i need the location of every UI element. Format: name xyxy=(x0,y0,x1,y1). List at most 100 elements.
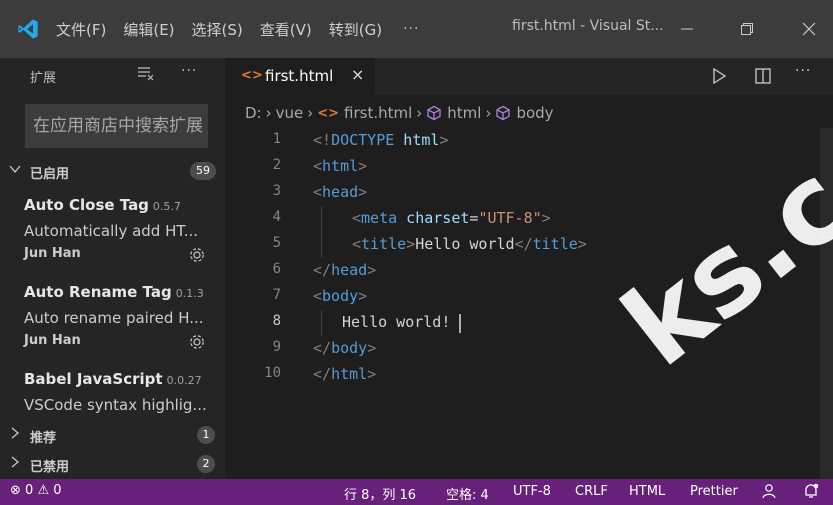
extension-name: Auto Close Tag 0.5.7 xyxy=(24,196,181,214)
clear-extensions-icon[interactable] xyxy=(137,65,155,85)
extension-item[interactable]: Babel JavaScript 0.0.27 VSCode syntax hig… xyxy=(0,370,225,420)
problems-indicator[interactable]: ⊗ 0 ⚠ 0 xyxy=(10,483,62,498)
line-number: 5 xyxy=(272,235,281,251)
extension-description: Automatically add HT... xyxy=(24,222,199,240)
editor-more-button[interactable]: ··· xyxy=(795,63,811,79)
minimize-button[interactable] xyxy=(664,0,710,58)
extensions-search-input[interactable]: 在应用商店中搜索扩展 xyxy=(25,104,208,148)
notifications-bell-icon[interactable] xyxy=(802,482,820,504)
extension-publisher: Jun Han xyxy=(24,246,81,261)
extension-item[interactable]: Auto Rename Tag 0.1.3 Auto rename paired … xyxy=(0,283,225,367)
chevron-right-icon xyxy=(8,455,22,473)
tab-first-html[interactable]: <> first.html × xyxy=(225,58,375,95)
section-disabled[interactable]: 已禁用 2 xyxy=(0,453,225,475)
line-number: 4 xyxy=(272,209,281,225)
line-number: 7 xyxy=(272,287,281,303)
extension-name: Auto Rename Tag 0.1.3 xyxy=(24,283,204,301)
section-enabled-label: 已启用 xyxy=(30,167,70,182)
tab-close-button[interactable]: × xyxy=(351,65,364,84)
editor-tab-bar: <> first.html × ··· xyxy=(225,58,833,95)
chevron-down-icon xyxy=(8,162,22,180)
close-icon xyxy=(802,22,816,36)
line-number: 9 xyxy=(272,339,281,355)
code-line: 8 Hello world! xyxy=(225,310,833,336)
extension-description: VSCode syntax highlig... xyxy=(24,396,207,414)
text-cursor xyxy=(459,314,461,333)
code-editor[interactable]: 1 <!DOCTYPE html> 2 <html> 3 <head> 4 <m… xyxy=(225,128,833,479)
code-line: 2 <html> xyxy=(225,154,833,180)
minimize-icon xyxy=(681,28,693,30)
code-line: 10 </html> xyxy=(225,362,833,388)
eol-setting[interactable]: CRLF xyxy=(575,484,608,499)
menu-view[interactable]: 查看(V) xyxy=(260,19,312,40)
run-icon[interactable] xyxy=(709,66,729,90)
prettier-status[interactable]: Prettier xyxy=(690,484,738,499)
code-line: 6 </head> xyxy=(225,258,833,284)
indentation-setting[interactable]: 空格: 4 xyxy=(446,484,489,503)
extension-version: 0.5.7 xyxy=(152,200,181,213)
editor-scrollbar[interactable] xyxy=(820,128,833,479)
extension-description: Auto rename paired H... xyxy=(24,309,204,327)
sidebar-more-button[interactable]: ··· xyxy=(181,63,197,79)
recommended-count-badge: 1 xyxy=(197,426,215,444)
code-line: 4 <meta charset="UTF-8"> xyxy=(225,206,833,232)
menu-edit[interactable]: 编辑(E) xyxy=(123,19,174,40)
line-number: 8 xyxy=(272,313,281,329)
restore-button[interactable] xyxy=(724,0,770,58)
code-line: 1 <!DOCTYPE html> xyxy=(225,128,833,154)
line-number: 2 xyxy=(272,157,281,173)
code-line: 5 <title>Hello world</title> xyxy=(225,232,833,258)
title-bar: 文件(F) 编辑(E) 选择(S) 查看(V) 转到(G) ··· first.… xyxy=(0,0,833,58)
html-file-icon: <> xyxy=(241,68,263,83)
warning-count: 0 xyxy=(53,483,62,498)
scrollbar-marker xyxy=(820,236,833,239)
breadcrumb-folder[interactable]: vue xyxy=(276,104,304,122)
feedback-icon[interactable] xyxy=(760,482,778,504)
menu-more[interactable]: ··· xyxy=(403,21,419,37)
breadcrumb-file[interactable]: first.html xyxy=(344,104,412,122)
enabled-count-badge: 59 xyxy=(190,162,216,180)
cursor-position[interactable]: 行 8，列 16 xyxy=(344,484,416,503)
chevron-right-icon: › xyxy=(265,104,272,122)
html-file-icon: <> xyxy=(317,105,340,121)
error-icon: ⊗ xyxy=(10,483,21,498)
extension-publisher: Jun Han xyxy=(24,333,81,348)
breadcrumb-drive[interactable]: D: xyxy=(245,104,262,122)
chevron-right-icon xyxy=(8,426,22,444)
error-count: 0 xyxy=(25,483,34,498)
close-window-button[interactable] xyxy=(786,0,832,58)
menu-file[interactable]: 文件(F) xyxy=(56,19,106,40)
split-editor-icon[interactable] xyxy=(753,66,773,90)
window-title: first.html - Visual St... xyxy=(512,18,664,34)
line-number: 6 xyxy=(272,261,281,277)
element-cube-icon xyxy=(495,105,511,121)
gear-icon[interactable] xyxy=(188,246,206,268)
line-number: 10 xyxy=(264,365,281,381)
menu-selection[interactable]: 选择(S) xyxy=(192,19,243,40)
section-disabled-label: 已禁用 xyxy=(30,460,70,475)
extensions-sidebar: 扩展 ··· 在应用商店中搜索扩展 已启用 59 Auto Close Tag 0… xyxy=(0,58,225,479)
encoding-setting[interactable]: UTF-8 xyxy=(513,484,551,499)
breadcrumb-html[interactable]: html xyxy=(447,104,481,122)
menu-go[interactable]: 转到(G) xyxy=(329,19,382,40)
code-line: 9 </body> xyxy=(225,336,833,362)
sidebar-header: 扩展 ··· xyxy=(0,58,225,90)
status-bar: ⊗ 0 ⚠ 0 行 8，列 16 空格: 4 UTF-8 CRLF HTML P… xyxy=(0,479,833,505)
extension-item[interactable]: Auto Close Tag 0.5.7 Automatically add HT… xyxy=(0,196,225,280)
breadcrumb: D: › vue › <> first.html › html › body xyxy=(245,104,554,122)
vscode-logo-icon xyxy=(0,0,56,58)
code-line: 3 <head> xyxy=(225,180,833,206)
element-cube-icon xyxy=(426,105,442,121)
tab-label: first.html xyxy=(265,67,334,85)
section-enabled[interactable]: 已启用 59 xyxy=(0,160,225,182)
chevron-right-icon: › xyxy=(485,104,492,122)
warning-icon: ⚠ xyxy=(37,483,50,498)
gear-icon[interactable] xyxy=(188,333,206,355)
language-mode[interactable]: HTML xyxy=(629,484,665,499)
restore-icon xyxy=(741,23,753,35)
disabled-count-badge: 2 xyxy=(197,455,215,473)
line-number: 1 xyxy=(272,131,281,147)
breadcrumb-body[interactable]: body xyxy=(516,104,553,122)
extension-version: 0.0.27 xyxy=(166,374,202,387)
section-recommended[interactable]: 推荐 1 xyxy=(0,424,225,446)
